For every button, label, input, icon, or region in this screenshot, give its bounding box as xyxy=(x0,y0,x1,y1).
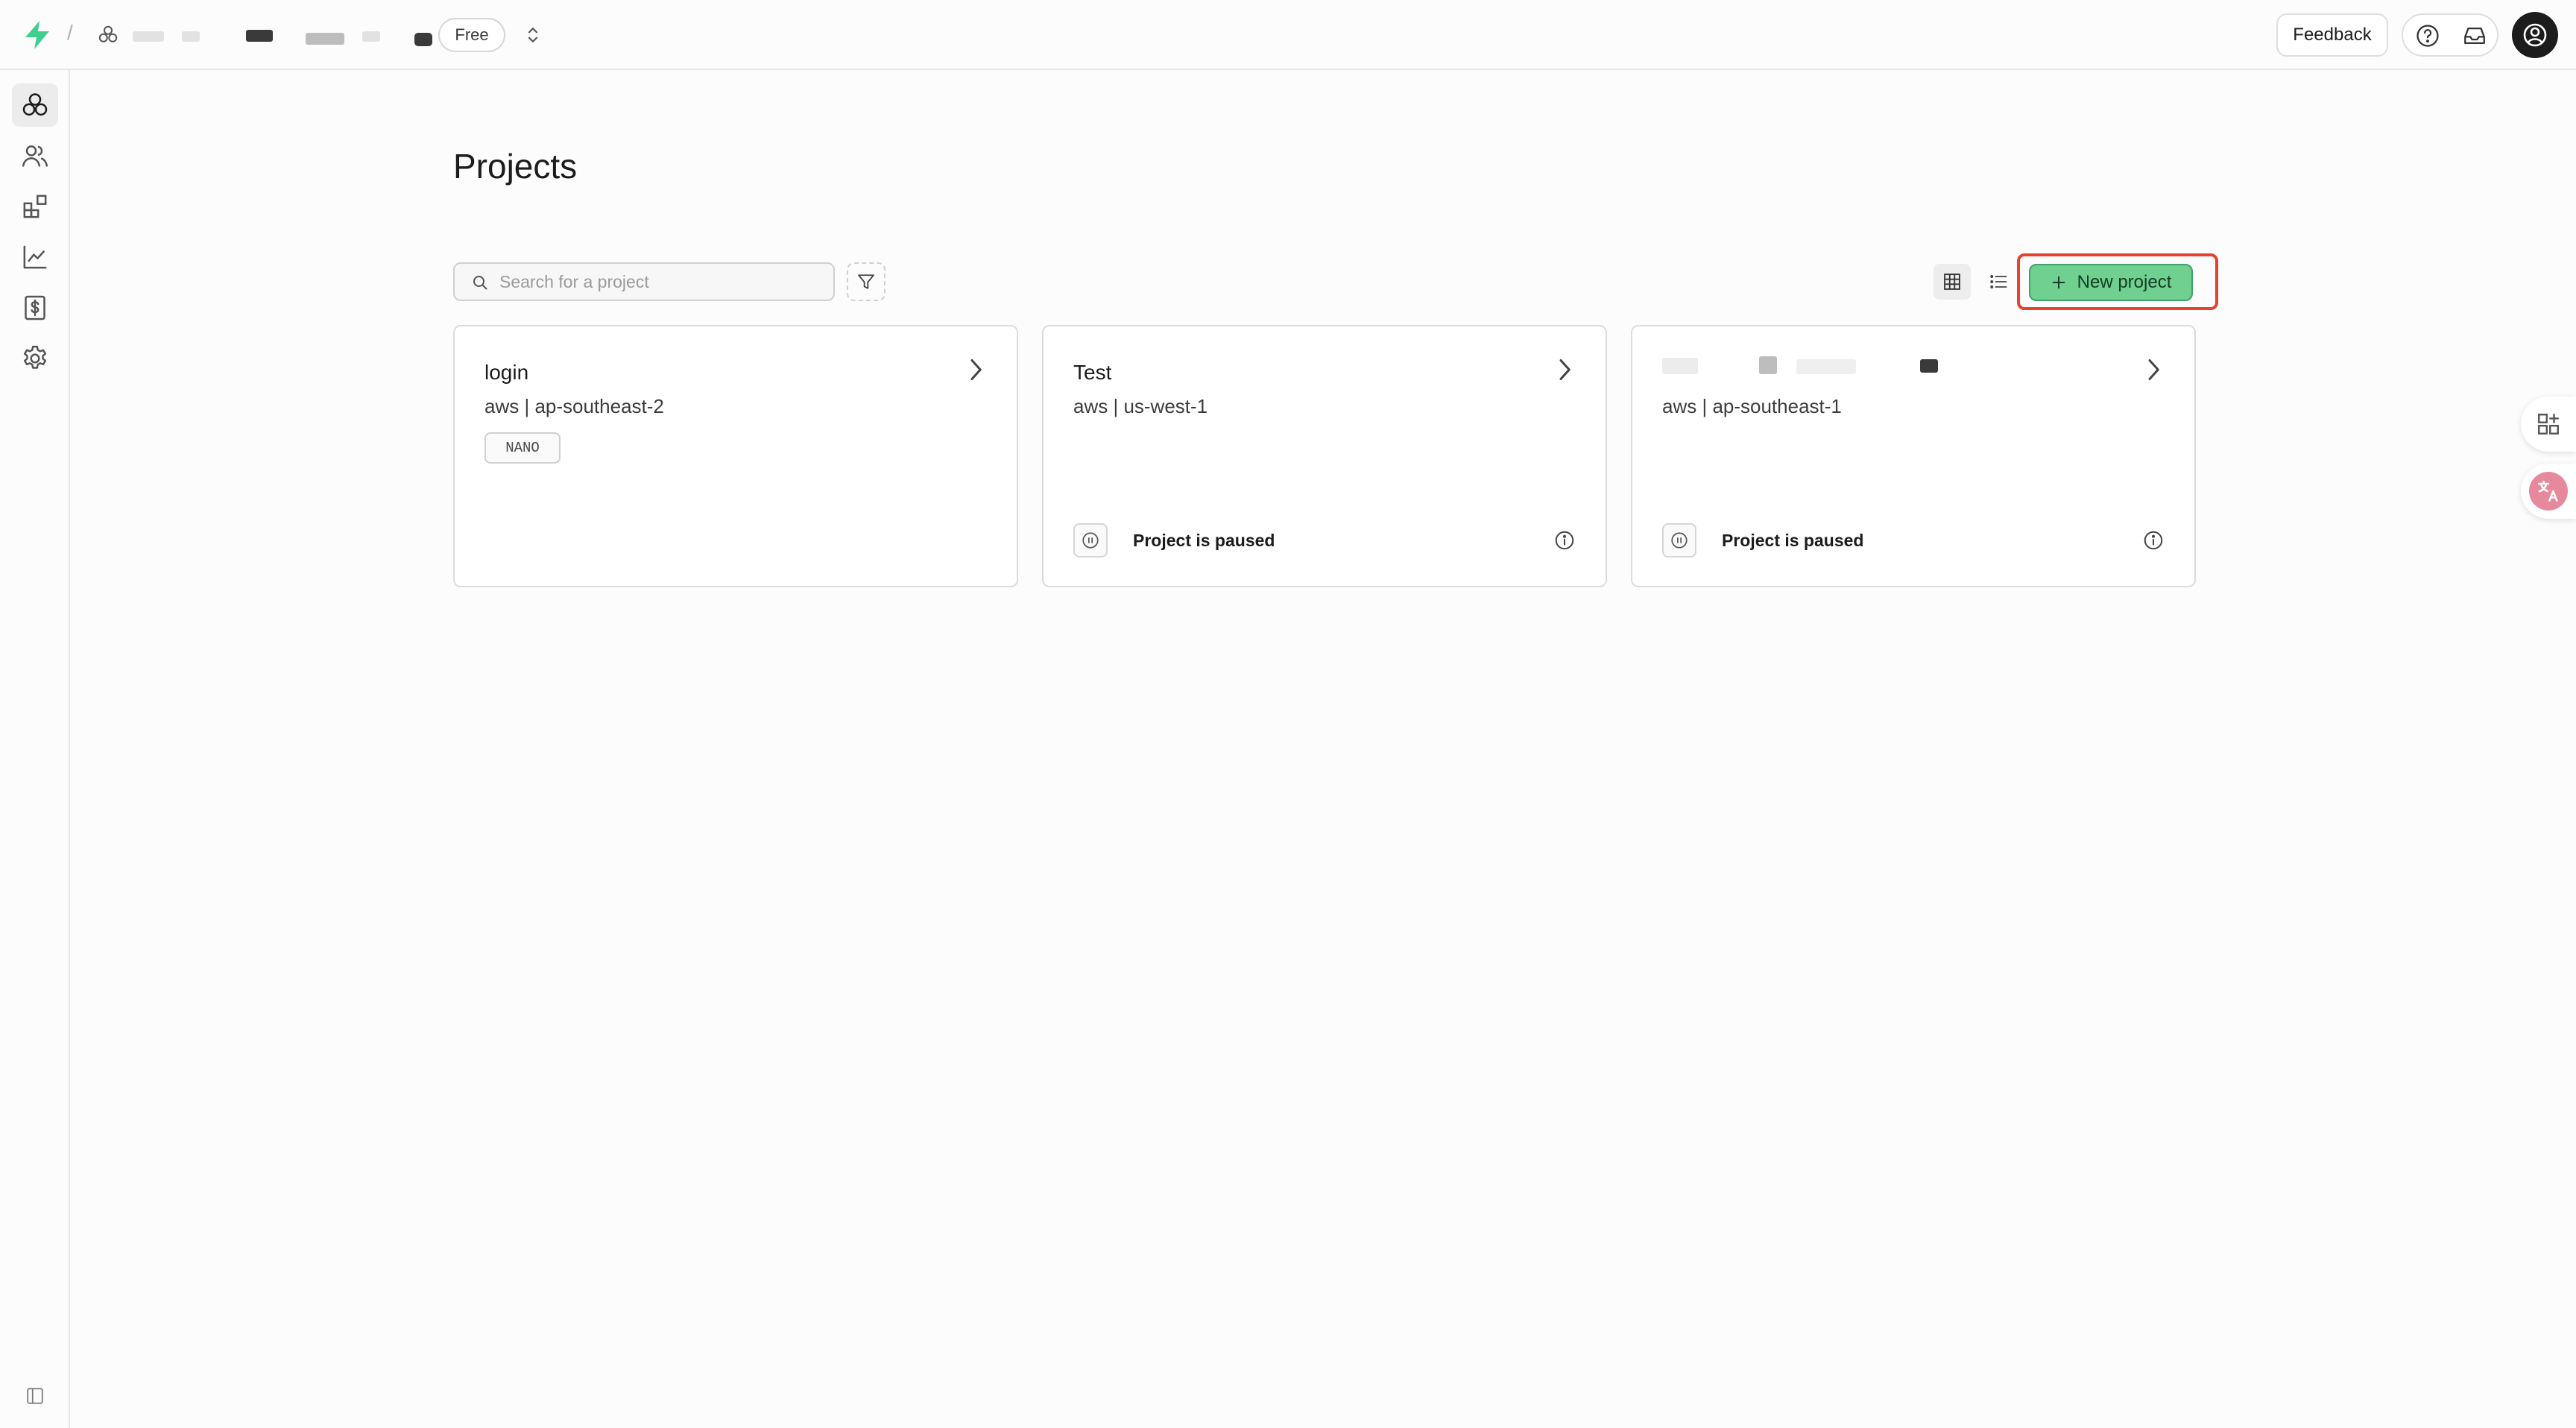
new-project-label: New project xyxy=(2077,272,2172,292)
project-name: Test xyxy=(1073,361,1112,384)
plan-badge: Free xyxy=(438,18,505,52)
chart-icon xyxy=(20,242,50,272)
integrations-icon xyxy=(20,192,50,221)
sidebar-item-team[interactable] xyxy=(12,134,58,177)
avatar[interactable] xyxy=(2512,12,2558,58)
sidebar-item-integrations[interactable] xyxy=(12,185,58,228)
pause-icon xyxy=(1662,523,1696,557)
org-switcher-chevron-icon[interactable] xyxy=(522,22,544,48)
chevron-right-icon xyxy=(965,355,987,385)
sidebar-item-projects[interactable] xyxy=(12,83,58,127)
project-card-test[interactable]: Test aws | us-west-1 Project is paused xyxy=(1042,325,1607,587)
info-icon[interactable] xyxy=(2142,529,2165,552)
grid-icon xyxy=(1942,271,1963,292)
billing-icon xyxy=(20,293,50,323)
sidebar-item-billing[interactable] xyxy=(12,286,58,329)
gear-icon xyxy=(20,344,50,373)
search-icon xyxy=(471,274,489,291)
sidebar-item-settings[interactable] xyxy=(12,337,58,380)
list-view-button[interactable] xyxy=(1980,264,2017,300)
pause-icon xyxy=(1073,523,1108,557)
info-icon[interactable] xyxy=(1553,529,1576,552)
extension-apps-button[interactable] xyxy=(2521,397,2576,452)
project-name: login xyxy=(484,361,529,384)
inbox-icon[interactable] xyxy=(2461,23,2488,48)
compute-size-badge: NANO xyxy=(484,432,561,464)
extension-translate-button[interactable] xyxy=(2521,464,2576,519)
help-icon[interactable] xyxy=(2415,23,2440,48)
search-box xyxy=(453,262,835,301)
chevron-right-icon xyxy=(2142,355,2165,385)
breadcrumb-separator: / xyxy=(67,21,73,44)
project-region: aws | us-west-1 xyxy=(1073,395,1208,417)
new-project-button[interactable]: New project xyxy=(2029,264,2193,301)
grid-view-button[interactable] xyxy=(1933,264,1971,300)
project-region: aws | ap-southeast-1 xyxy=(1662,395,1842,417)
project-region: aws | ap-southeast-2 xyxy=(484,395,664,417)
sidebar xyxy=(0,70,70,1428)
paused-status-row: Project is paused xyxy=(1662,523,2165,557)
users-icon xyxy=(20,141,50,171)
project-card-redacted[interactable]: aws | ap-southeast-1 Project is paused xyxy=(1631,325,2196,587)
list-icon xyxy=(1988,271,2009,292)
page-title: Projects xyxy=(453,147,578,186)
help-inbox-group xyxy=(2402,13,2498,57)
apps-add-icon xyxy=(2535,411,2562,437)
organization-icon xyxy=(97,24,119,46)
filter-button[interactable] xyxy=(847,262,886,301)
feedback-button[interactable]: Feedback xyxy=(2276,13,2388,57)
project-card-login[interactable]: login aws | ap-southeast-2 NANO xyxy=(453,325,1018,587)
projects-icon xyxy=(20,90,50,120)
plus-icon xyxy=(2051,274,2067,291)
supabase-logo-icon[interactable] xyxy=(22,19,52,51)
chevron-right-icon xyxy=(1553,355,1576,385)
search-input[interactable] xyxy=(498,271,814,293)
translate-icon xyxy=(2529,472,2568,511)
filter-icon xyxy=(856,271,877,292)
paused-status-text: Project is paused xyxy=(1133,531,1275,550)
collapse-sidebar-icon[interactable] xyxy=(25,1386,45,1406)
top-bar: / Free Feedback xyxy=(0,0,2576,70)
paused-status-text: Project is paused xyxy=(1722,531,1864,550)
sidebar-item-usage[interactable] xyxy=(12,236,58,279)
paused-status-row: Project is paused xyxy=(1073,523,1576,557)
